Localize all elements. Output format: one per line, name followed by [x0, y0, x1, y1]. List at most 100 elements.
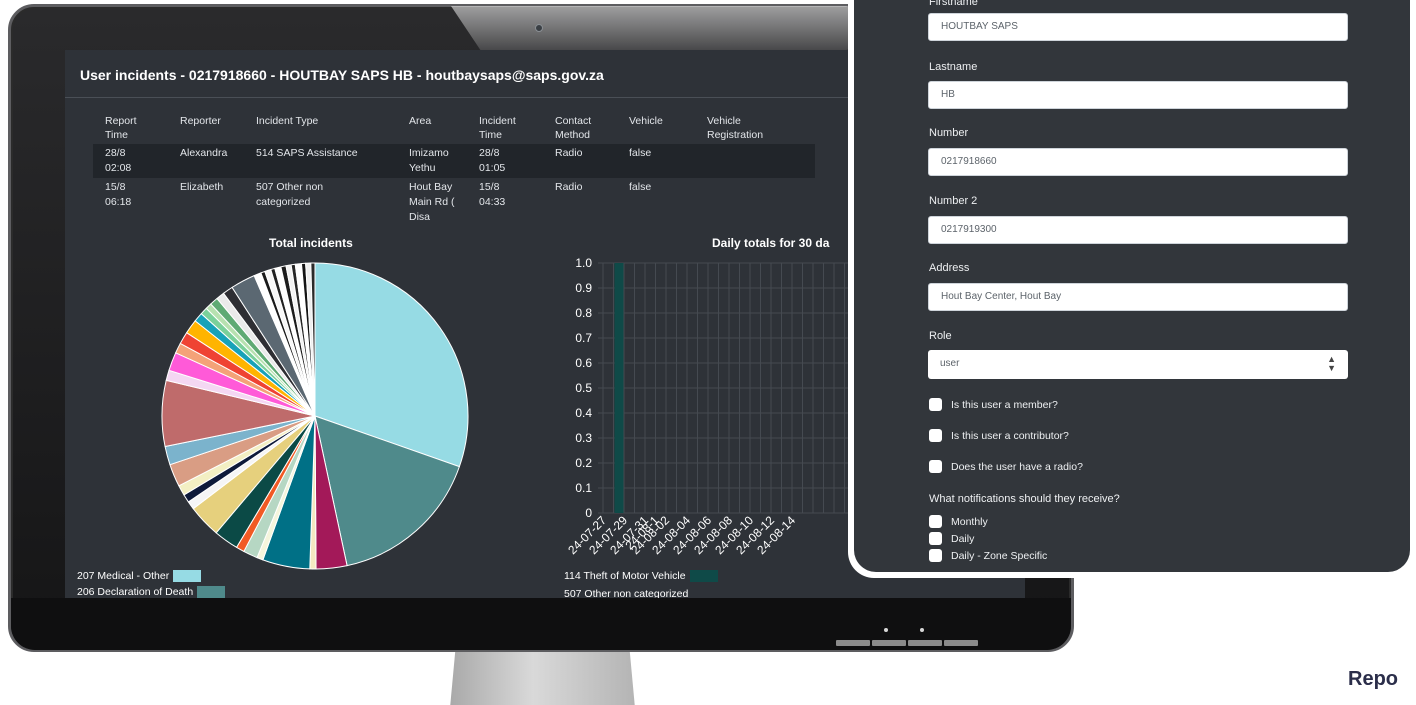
- notification-option-label: Daily: [951, 532, 975, 545]
- cell-incident-type: 514 SAPS Assistance: [244, 144, 397, 178]
- bar-legend-item[interactable]: 114 Theft of Motor Vehicle: [564, 570, 718, 582]
- firstname-label: Firstname: [929, 0, 978, 8]
- header-incident-type: Incident Type: [256, 115, 319, 127]
- cell-contact-method: Radio: [555, 181, 583, 193]
- monitor-led-icon: [884, 628, 888, 632]
- total-incidents-pie-chart: [161, 262, 469, 570]
- header-vehicle: Vehicle: [629, 115, 663, 127]
- y-tick-label: 0.3: [575, 431, 592, 445]
- bar-chart-title: Daily totals for 30 da: [712, 236, 830, 250]
- monitor-led-icon: [920, 628, 924, 632]
- table-row[interactable]: 28/8 02:08 Alexandra 514 SAPS Assistance …: [93, 144, 815, 178]
- y-tick-label: 0.6: [575, 356, 592, 370]
- page-title: User incidents - 0217918660 - HOUTBAY SA…: [80, 67, 604, 83]
- y-tick-label: 0.4: [575, 406, 592, 420]
- role-select[interactable]: user ▲ ▼: [928, 350, 1348, 379]
- header-reporter: Reporter: [180, 115, 221, 127]
- radio-checkbox[interactable]: Does the user have a radio?: [929, 460, 1083, 473]
- edit-user-form: Firstname HOUTBAY SAPS Lastname HB Numbe…: [854, 0, 1410, 572]
- webcam-icon: [535, 24, 543, 32]
- legend-label: 207 Medical - Other: [77, 570, 170, 582]
- cell-incident-time: 28/8 01:05: [467, 144, 543, 178]
- contributor-checkbox[interactable]: Is this user a contributor?: [929, 429, 1069, 442]
- monitor-button: [872, 640, 906, 646]
- legend-swatch: [197, 586, 226, 598]
- y-tick-label: 0.5: [575, 381, 592, 395]
- y-tick-label: 0.1: [575, 481, 592, 495]
- y-tick-label: 0.8: [575, 306, 592, 320]
- role-label: Role: [929, 330, 952, 342]
- notifications-label: What notifications should they receive?: [929, 493, 1120, 505]
- notification-option-label: Daily - Zone Specific: [951, 549, 1048, 562]
- number-field[interactable]: 0217918660: [928, 148, 1348, 176]
- cell-vehicle-registration: [695, 144, 815, 178]
- firstname-field[interactable]: HOUTBAY SAPS: [928, 13, 1348, 41]
- monitor-button: [908, 640, 942, 646]
- pie-legend-item[interactable]: 206 Declaration of Death: [77, 586, 226, 598]
- bar-legend-item[interactable]: 507 Other non categorized: [564, 588, 688, 598]
- cell-reporter: Elizabeth: [180, 181, 224, 193]
- header-incident-time: Incident Time: [479, 115, 516, 141]
- address-label: Address: [929, 262, 970, 274]
- pie-legend-item[interactable]: 207 Medical - Other: [77, 570, 202, 582]
- table-row[interactable]: 15/8 06:18 Elizabeth 507 Other non categor…: [93, 178, 815, 227]
- cell-incident-type: 507 Other non categorized: [256, 181, 324, 208]
- legend-label: 114 Theft of Motor Vehicle: [564, 570, 686, 582]
- checkbox-icon[interactable]: [929, 429, 942, 442]
- cell-report-time: 15/8 06:18: [105, 181, 132, 208]
- number2-label: Number 2: [929, 195, 978, 207]
- member-checkbox-label: Is this user a member?: [951, 398, 1058, 411]
- cell-reporter: Alexandra: [168, 144, 244, 178]
- y-tick-label: 0: [585, 506, 592, 520]
- cell-incident-time: 15/8 04:33: [479, 181, 506, 208]
- legend-swatch: [689, 570, 718, 582]
- checkbox-icon[interactable]: [929, 398, 942, 411]
- cell-vehicle: false: [617, 144, 695, 178]
- checkbox-icon[interactable]: [929, 460, 942, 473]
- member-checkbox[interactable]: Is this user a member?: [929, 398, 1058, 411]
- cell-area: Imizamo Yethu: [397, 144, 467, 178]
- edit-user-panel: Firstname HOUTBAY SAPS Lastname HB Numbe…: [848, 0, 1416, 578]
- cell-vehicle-registration: [695, 178, 815, 227]
- cell-vehicle: false: [629, 181, 652, 193]
- cell-report-time: 28/8 02:08: [93, 144, 168, 178]
- bezel-reflection: [451, 6, 850, 50]
- notification-monthly-checkbox[interactable]: Monthly: [929, 515, 988, 528]
- legend-label: 507 Other non categorized: [564, 588, 689, 598]
- number2-field[interactable]: 0217919300: [928, 216, 1348, 244]
- role-selected-value: user: [940, 358, 960, 369]
- notification-daily-checkbox[interactable]: Daily: [929, 532, 974, 545]
- header-vehicle-registration: Vehicle Registration: [707, 115, 764, 141]
- notification-daily-zone-checkbox[interactable]: Daily - Zone Specific: [929, 549, 1047, 562]
- table-header-row: Report Time Reporter Incident Type Area I…: [93, 114, 815, 144]
- y-tick-label: 0.9: [575, 281, 592, 295]
- bar[interactable]: [614, 263, 624, 513]
- reports-heading: Repo: [1348, 668, 1398, 690]
- monitor-button: [944, 640, 978, 646]
- daily-totals-bar-chart: 1.00.90.80.70.60.50.40.30.20.1024-07-272…: [565, 256, 860, 557]
- y-tick-label: 0.2: [575, 456, 592, 470]
- radio-checkbox-label: Does the user have a radio?: [951, 460, 1083, 473]
- y-tick-label: 0.7: [575, 331, 592, 345]
- pie-chart-title: Total incidents: [269, 236, 353, 250]
- header-contact-method: Contact Method: [555, 115, 592, 141]
- monitor-button: [836, 640, 870, 646]
- select-arrows-icon: ▲ ▼: [1327, 354, 1336, 373]
- y-tick-label: 1.0: [575, 256, 592, 270]
- number-label: Number: [929, 127, 969, 139]
- monitor-stand: [450, 648, 635, 705]
- notification-option-label: Monthly: [951, 515, 988, 528]
- address-field[interactable]: Hout Bay Center, Hout Bay: [928, 283, 1348, 311]
- lastname-label: Lastname: [929, 61, 978, 73]
- cell-area: Hout Bay Main Rd (Disa: [409, 181, 455, 223]
- stage: User incidents - 0217918660 - HOUTBAY SA…: [0, 0, 1416, 705]
- lastname-field[interactable]: HB: [928, 81, 1348, 109]
- cell-contact-method: Radio: [543, 144, 617, 178]
- header-area: Area: [409, 115, 432, 127]
- checkbox-icon[interactable]: [929, 549, 942, 562]
- checkbox-icon[interactable]: [929, 515, 942, 528]
- checkbox-icon[interactable]: [929, 532, 942, 545]
- legend-swatch: [173, 570, 202, 582]
- contributor-checkbox-label: Is this user a contributor?: [951, 429, 1069, 442]
- legend-label: 206 Declaration of Death: [77, 586, 194, 598]
